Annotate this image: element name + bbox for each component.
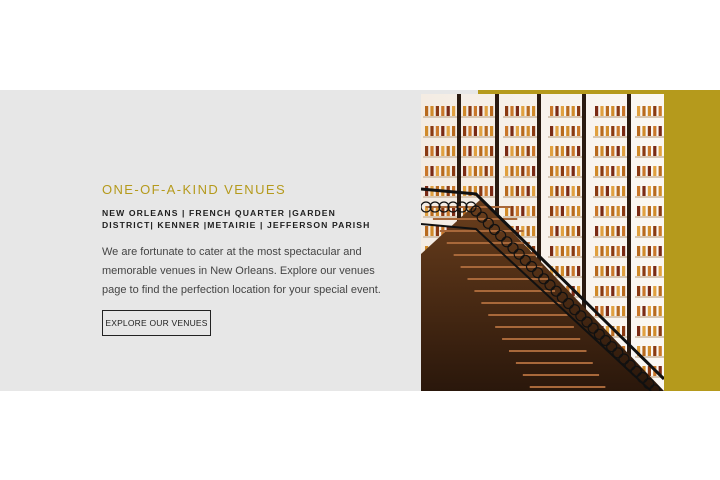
description-line-3: page to find the perfection location for… [102,284,381,296]
explore-venues-button[interactable]: EXPLORE OUR VENUES [102,310,211,336]
locations-line-2: DISTRICT| KENNER |METAIRIE | JEFFERSON P… [102,220,371,230]
description-line-2: memorable venues in New Orleans. Explore… [102,265,375,277]
locations-list: NEW ORLEANS | FRENCH QUARTER |GARDEN DIS… [102,207,402,231]
locations-line-1: NEW ORLEANS | FRENCH QUARTER |GARDEN [102,208,336,218]
section-description: We are fortunate to cater at the most sp… [102,243,402,300]
section-heading: ONE-OF-A-KIND VENUES [102,182,287,197]
venue-photo [421,94,664,391]
description-line-1: We are fortunate to cater at the most sp… [102,246,362,258]
venues-text-column: ONE-OF-A-KIND VENUES NEW ORLEANS | FRENC… [102,180,402,336]
